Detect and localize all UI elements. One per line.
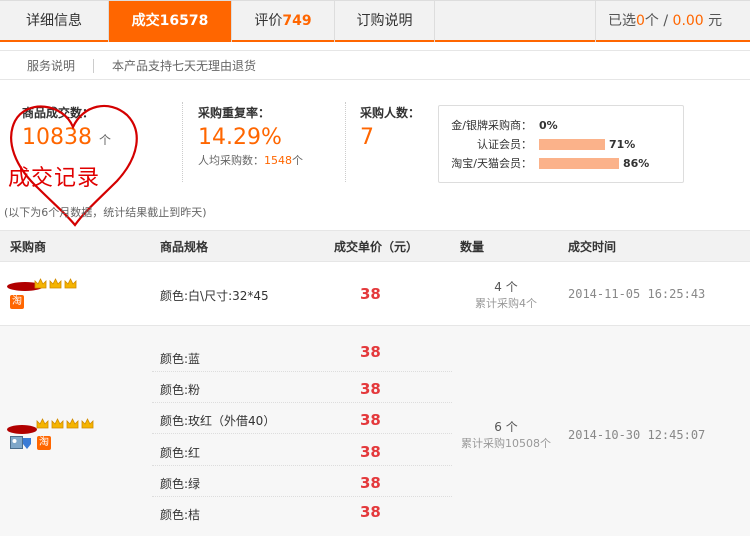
taobao-badge-icon[interactable]: 淘 <box>37 436 51 450</box>
price: 38 <box>360 443 381 461</box>
divider <box>152 465 452 466</box>
price: 38 <box>360 411 381 429</box>
tab-details[interactable]: 详细信息 <box>0 1 109 42</box>
col-spec: 商品规格 <box>160 240 209 254</box>
crown-icon <box>51 418 64 429</box>
member-row: 金/银牌采购商： 0% <box>451 119 558 132</box>
quantity: 4 个 累计采购4个 <box>475 280 537 310</box>
redacted-buyer-mark <box>7 425 37 434</box>
selected-summary: 已选0个 / 0.00 元 <box>595 1 750 42</box>
table-row: 淘 颜色:蓝 38 颜色:粉 38 颜色:玫红（外借40） 38 颜色:红 38… <box>0 326 750 536</box>
crown-icon <box>66 418 79 429</box>
annotation-text: 成交记录 <box>8 166 101 191</box>
verified-member-icon[interactable] <box>10 436 32 450</box>
divider <box>152 433 452 434</box>
member-row: 认证会员： 71% <box>477 138 636 151</box>
price: 38 <box>360 285 381 303</box>
service-row: 服务说明 本产品支持七天无理由退货 <box>0 50 750 80</box>
member-breakdown: 金/银牌采购商： 0% 认证会员： 71% 淘宝/天猫会员： 86% <box>438 105 684 183</box>
table-header: 采购商 商品规格 成交单价（元） 数量 成交时间 <box>0 230 750 262</box>
data-note: (以下为6个月数据，统计结果截止到昨天) <box>4 206 207 219</box>
col-buyer: 采购商 <box>10 240 47 254</box>
spec: 颜色:粉 <box>160 383 201 397</box>
tab-reviews[interactable]: 评价749 <box>232 1 335 42</box>
tab-order-instructions[interactable]: 订购说明 <box>335 1 435 42</box>
deal-time: 2014-10-30 12:45:07 <box>568 428 706 442</box>
table-row: 淘 颜色:白\尺寸:32*45 38 4 个 累计采购4个 2014-11-05… <box>0 262 750 326</box>
divider <box>93 59 94 73</box>
spec: 颜色:桔 <box>160 508 201 522</box>
member-row: 淘宝/天猫会员： 86% <box>451 157 650 170</box>
crown-icon <box>34 278 47 289</box>
tab-transactions[interactable]: 成交16578 <box>109 1 232 42</box>
spec: 颜色:玫红（外借40） <box>160 414 276 428</box>
col-price: 成交单价（元） <box>334 240 419 254</box>
spec: 颜色:绿 <box>160 477 201 491</box>
price: 38 <box>360 474 381 492</box>
stat-repurchase: 采购重复率： 14.29% 人均采购数：1548个 <box>198 106 303 167</box>
divider <box>152 402 452 403</box>
crown-icon <box>64 278 77 289</box>
divider <box>182 102 183 182</box>
crown-icon <box>49 278 62 289</box>
service-label[interactable]: 服务说明 <box>27 51 75 81</box>
price: 38 <box>360 343 381 361</box>
deal-time: 2014-11-05 16:25:43 <box>568 287 706 301</box>
crown-icon <box>36 418 49 429</box>
spec: 颜色:白\尺寸:32*45 <box>160 289 269 303</box>
price: 38 <box>360 503 381 521</box>
divider <box>152 496 452 497</box>
divider <box>345 102 346 182</box>
spec: 颜色:红 <box>160 446 201 460</box>
tab-bar: 详细信息 成交16578 评价749 订购说明 已选0个 / 0.00 元 <box>0 0 750 42</box>
col-qty: 数量 <box>460 240 485 254</box>
stat-buyers: 采购人数： 7 <box>360 106 421 150</box>
spec: 颜色:蓝 <box>160 352 201 366</box>
price: 38 <box>360 380 381 398</box>
crown-icon <box>81 418 94 429</box>
divider <box>152 371 452 372</box>
col-time: 成交时间 <box>568 240 617 254</box>
member-bar <box>539 158 619 169</box>
quantity: 6 个 累计采购10508个 <box>461 420 551 450</box>
member-bar <box>539 139 605 150</box>
taobao-badge-icon[interactable]: 淘 <box>10 295 24 309</box>
service-text: 本产品支持七天无理由退货 <box>112 59 257 73</box>
